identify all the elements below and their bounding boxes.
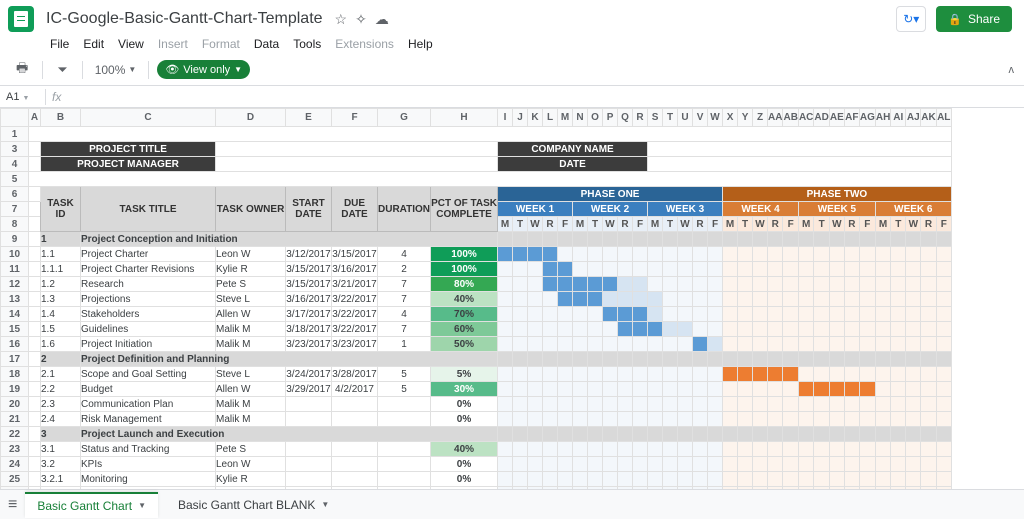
col-header[interactable]: I [498, 109, 513, 127]
col-header[interactable]: AI [891, 109, 906, 127]
formula-bar: A1 ▼ fx [0, 86, 1024, 108]
col-header[interactable]: AE [829, 109, 844, 127]
col-header[interactable]: AC [798, 109, 813, 127]
menu-insert: Insert [152, 34, 194, 54]
spreadsheet-grid[interactable]: ABCDEFGHIJKLMNOPQRSTUVWXYZAAABACADAEAFAG… [0, 108, 1024, 508]
zoom-select[interactable]: 100%▼ [91, 61, 141, 79]
eye-icon: 👁 [165, 63, 179, 76]
menu-extensions: Extensions [329, 34, 400, 54]
col-header[interactable]: L [543, 109, 558, 127]
collapse-toolbar-icon[interactable]: ʌ [1009, 64, 1015, 76]
star-icon[interactable]: ☆ [335, 11, 348, 28]
menu-edit[interactable]: Edit [77, 34, 110, 54]
menu-data[interactable]: Data [248, 34, 285, 54]
print-icon[interactable]: 🖶 [10, 55, 34, 85]
app-header: IC-Google-Basic-Gantt-Chart-Template ☆ ✧… [0, 0, 1024, 34]
sheet-tab-blank[interactable]: Basic Gantt Chart BLANK▼ [166, 493, 341, 517]
doc-title[interactable]: IC-Google-Basic-Gantt-Chart-Template [42, 8, 327, 30]
col-header[interactable]: O [588, 109, 603, 127]
name-box[interactable]: A1 ▼ [0, 89, 46, 105]
lock-icon: 🔒 [948, 13, 962, 26]
col-header[interactable]: V [693, 109, 708, 127]
col-header[interactable]: G [378, 109, 431, 127]
menu-help[interactable]: Help [402, 34, 439, 54]
col-header[interactable]: S [648, 109, 663, 127]
filter-icon[interactable]: ⏷ [51, 58, 73, 82]
col-header[interactable]: AB [783, 109, 798, 127]
menu-format: Format [196, 34, 246, 54]
col-header[interactable]: C [81, 109, 216, 127]
col-header[interactable]: Q [618, 109, 633, 127]
move-icon[interactable]: ✧ [355, 11, 367, 28]
col-header[interactable]: W [708, 109, 723, 127]
col-header[interactable]: D [216, 109, 286, 127]
sheets-logo[interactable] [8, 6, 34, 32]
view-only-pill[interactable]: 👁 View only ▼ [157, 60, 250, 79]
col-header[interactable]: AH [875, 109, 890, 127]
col-header[interactable]: AJ [906, 109, 921, 127]
col-header[interactable]: E [286, 109, 332, 127]
all-sheets-icon[interactable]: ≡ [8, 496, 17, 514]
menu-file[interactable]: File [44, 34, 75, 54]
col-header[interactable]: K [528, 109, 543, 127]
menu-view[interactable]: View [112, 34, 150, 54]
menu-tools[interactable]: Tools [287, 34, 327, 54]
col-header[interactable]: N [573, 109, 588, 127]
fx-icon: fx [46, 90, 67, 104]
sheet-bar: ≡ Basic Gantt Chart▼ Basic Gantt Chart B… [0, 489, 1024, 519]
share-button[interactable]: 🔒 Share [936, 6, 1012, 32]
col-header[interactable]: H [431, 109, 498, 127]
col-header[interactable]: T [663, 109, 678, 127]
col-header[interactable]: P [603, 109, 618, 127]
col-header[interactable]: A [29, 109, 41, 127]
share-label: Share [968, 12, 1000, 26]
toolbar: 🖶 ⏷ 100%▼ 👁 View only ▼ ʌ [0, 54, 1024, 86]
col-header[interactable]: AG [859, 109, 875, 127]
col-header[interactable]: X [723, 109, 738, 127]
history-button[interactable]: ↻▾ [896, 6, 926, 32]
col-header[interactable]: AK [921, 109, 936, 127]
col-header[interactable]: Z [753, 109, 768, 127]
col-header[interactable]: AF [844, 109, 859, 127]
formula-input[interactable] [67, 89, 1024, 105]
col-header[interactable]: AD [814, 109, 829, 127]
col-header[interactable]: AA [768, 109, 783, 127]
col-header[interactable]: M [558, 109, 573, 127]
col-header[interactable]: R [633, 109, 648, 127]
col-header[interactable]: AL [936, 109, 951, 127]
col-header[interactable]: Y [738, 109, 753, 127]
col-header[interactable]: F [332, 109, 378, 127]
menu-bar: File Edit View Insert Format Data Tools … [0, 34, 1024, 54]
col-header[interactable]: J [513, 109, 528, 127]
col-header[interactable]: U [678, 109, 693, 127]
col-header[interactable]: B [41, 109, 81, 127]
cloud-icon[interactable]: ☁ [375, 11, 389, 28]
sheet-tab-active[interactable]: Basic Gantt Chart▼ [25, 492, 158, 518]
